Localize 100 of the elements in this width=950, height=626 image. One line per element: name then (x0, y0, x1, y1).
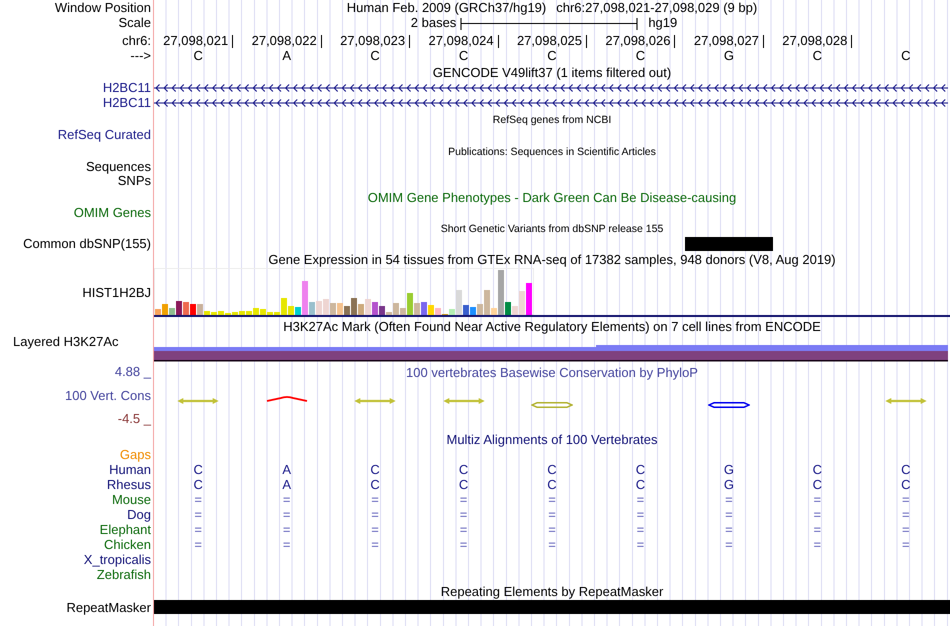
expression-bar[interactable] (421, 302, 427, 315)
base-letter: A (282, 477, 291, 492)
base-letter: = (194, 492, 202, 507)
expression-bar[interactable] (435, 308, 441, 315)
track-label[interactable]: SNPs (118, 173, 151, 188)
track-label[interactable]: Human (109, 462, 151, 477)
coordinate-label: 27,098,023 (340, 34, 406, 48)
track-label[interactable]: Elephant (100, 522, 151, 537)
track-label[interactable]: HIST1H2BJ (82, 284, 151, 300)
expression-bar[interactable] (309, 302, 315, 315)
expression-bar[interactable] (218, 311, 224, 315)
base-letter: = (194, 537, 202, 552)
expression-bar[interactable] (302, 281, 308, 315)
base-letter: C (636, 462, 646, 477)
base-letter: = (371, 522, 379, 537)
expression-bar[interactable] (260, 309, 266, 315)
base-letter: = (548, 537, 556, 552)
track-label[interactable]: H2BC11 (102, 95, 151, 110)
expression-bar[interactable] (281, 298, 287, 315)
expression-bar[interactable] (505, 302, 511, 315)
expression-bar[interactable] (449, 309, 455, 315)
expression-bar[interactable] (463, 305, 469, 315)
track-label[interactable]: Zebrafish (96, 567, 151, 582)
track-label[interactable]: X_tropicalis (84, 552, 151, 567)
expression-bar[interactable] (498, 270, 504, 315)
track-label[interactable]: Rhesus (106, 477, 151, 492)
base-letter: = (371, 507, 379, 522)
track-label[interactable]: Chicken (104, 537, 151, 552)
expression-bar[interactable] (190, 304, 196, 315)
expression-bar[interactable] (337, 303, 343, 315)
expression-bar[interactable] (491, 308, 497, 315)
expression-bar[interactable] (428, 305, 434, 315)
base-letter: = (460, 537, 468, 552)
expression-bar[interactable] (379, 306, 385, 315)
track-label[interactable]: RepeatMasker (66, 600, 151, 615)
track-label[interactable]: Mouse (112, 492, 151, 507)
expression-bar[interactable] (323, 299, 329, 315)
variant-bar[interactable] (684, 237, 774, 251)
expression-bar[interactable] (204, 311, 210, 315)
expression-bar[interactable] (274, 312, 280, 315)
expression-bar[interactable] (246, 311, 252, 315)
track-label[interactable]: Common dbSNP(155) (23, 236, 151, 251)
expression-bar[interactable] (155, 309, 161, 315)
expression-bar[interactable] (253, 308, 259, 315)
base-letter: C (547, 48, 557, 63)
expression-bar[interactable] (316, 301, 322, 315)
expression-bar[interactable] (484, 290, 490, 315)
track-label[interactable]: Sequences (86, 158, 151, 174)
expression-bar[interactable] (169, 308, 175, 315)
track-label[interactable]: Dog (127, 507, 151, 522)
expression-bar[interactable] (344, 306, 350, 315)
expression-bar[interactable] (176, 301, 182, 315)
base-letter: C (547, 462, 557, 477)
expression-bar[interactable] (386, 312, 392, 315)
track-label[interactable]: Layered H3K27Ac (13, 334, 119, 349)
expression-bar[interactable] (330, 303, 336, 315)
expression-bar[interactable] (477, 304, 483, 315)
track-label[interactable]: 100 Vert. Cons (65, 388, 151, 403)
expression-bar[interactable] (512, 306, 518, 315)
base-letter: = (282, 507, 290, 522)
expression-bar[interactable] (267, 312, 273, 315)
base-letter: = (460, 492, 468, 507)
track-title: RefSeq genes from NCBI (492, 114, 612, 127)
track-label[interactable]: OMIM Genes (74, 204, 151, 220)
expression-bar[interactable] (232, 312, 238, 315)
expression-bar[interactable] (183, 302, 189, 315)
expression-bar[interactable] (358, 304, 364, 315)
gene-arrow-line[interactable] (154, 83, 948, 93)
gene-arrow-line[interactable] (154, 98, 948, 108)
expression-bar[interactable] (211, 312, 217, 315)
base-letter: C (812, 48, 822, 63)
expression-bar[interactable] (519, 291, 525, 315)
base-letter: = (636, 522, 644, 537)
expression-bar[interactable] (414, 303, 420, 315)
expression-bar[interactable] (162, 304, 168, 315)
base-letter: C (812, 477, 822, 492)
expression-bar[interactable] (400, 308, 406, 315)
track-label[interactable]: RefSeq Curated (58, 127, 151, 142)
expression-bar[interactable] (393, 303, 399, 315)
track-label: Scale (118, 15, 151, 30)
base-letter: = (902, 537, 910, 552)
repeat-bar[interactable] (154, 600, 950, 614)
expression-bar[interactable] (526, 283, 532, 315)
expression-bar[interactable] (197, 304, 203, 315)
expression-bar[interactable] (456, 290, 462, 315)
expression-bar[interactable] (372, 302, 378, 315)
base-letter: G (724, 477, 734, 492)
expression-bar[interactable] (470, 307, 476, 315)
expression-bar[interactable] (351, 298, 357, 315)
expression-bar[interactable] (288, 306, 294, 315)
expression-bar[interactable] (365, 299, 371, 315)
axis-min-label: -4.5 _ (118, 411, 151, 426)
expression-bar[interactable] (239, 311, 245, 315)
track-label[interactable]: H2BC11 (102, 80, 151, 95)
base-letter: = (636, 507, 644, 522)
base-letter: = (725, 492, 733, 507)
expression-bar[interactable] (407, 293, 413, 315)
track-title: Gene Expression in 54 tissues from GTEx RNA-seq of 17382 samples, 948 donors (V8, Aug 2019) (268, 252, 836, 267)
expression-bar[interactable] (295, 307, 301, 315)
base-letter: C (901, 477, 910, 492)
